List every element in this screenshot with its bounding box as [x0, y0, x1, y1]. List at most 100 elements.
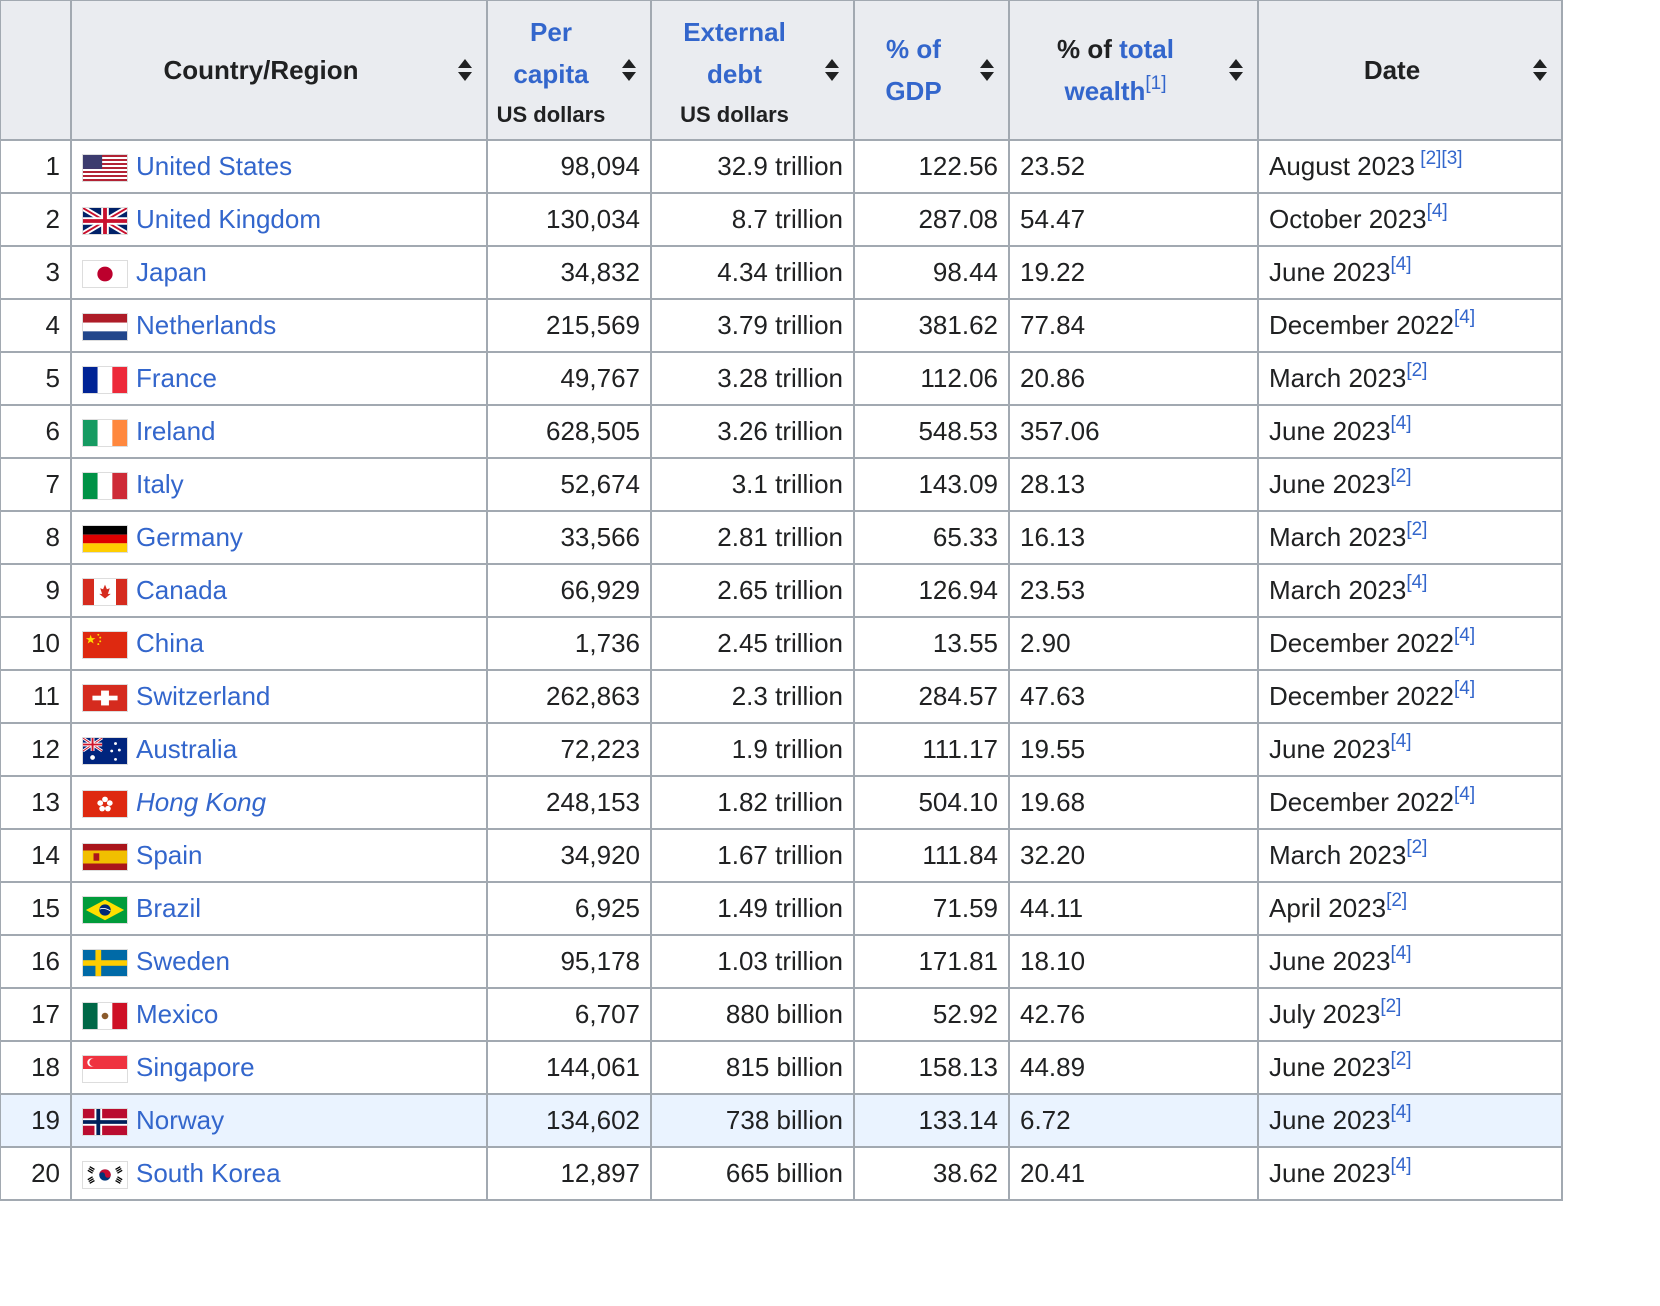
country-cell: South Korea: [70, 1146, 488, 1201]
pct-gdp-link[interactable]: % of GDP: [885, 34, 941, 106]
country-cell: Hong Kong: [70, 775, 488, 830]
per-capita-link[interactable]: Per capita: [513, 17, 588, 89]
sort-icon[interactable]: [1533, 59, 1547, 81]
reference-link[interactable]: [2]: [1406, 837, 1427, 858]
sort-icon[interactable]: [1229, 59, 1243, 81]
per-capita-cell: 95,178: [486, 934, 652, 989]
spain-flag-icon: [82, 843, 128, 872]
rank-cell: 5: [0, 351, 72, 406]
country-link[interactable]: South Korea: [136, 1158, 281, 1188]
per-capita-cell: 248,153: [486, 775, 652, 830]
external-debt-cell: 3.28 trillion: [650, 351, 855, 406]
table-row: 11 Switzerland 262,863 2.3 trillion 284.57 47…: [0, 669, 1563, 724]
country-link[interactable]: Germany: [136, 522, 243, 552]
pct-wealth-prefix: % of: [1056, 34, 1112, 64]
reference-link[interactable]: [4]: [1454, 307, 1475, 328]
country-link[interactable]: United States: [136, 151, 292, 181]
reference-link[interactable]: [4]: [1390, 254, 1411, 275]
pct-gdp-cell: 65.33: [853, 510, 1010, 565]
rank-cell: 8: [0, 510, 72, 565]
per-capita-cell: 98,094: [486, 139, 652, 194]
date-header[interactable]: Date: [1257, 0, 1563, 141]
country-link[interactable]: Netherlands: [136, 310, 276, 340]
country-link[interactable]: Ireland: [136, 416, 216, 446]
reference-link[interactable]: [4]: [1390, 1155, 1411, 1176]
country-header-label: Country/Region: [163, 55, 359, 85]
country-link[interactable]: Sweden: [136, 946, 230, 976]
country-link[interactable]: Italy: [136, 469, 184, 499]
reference-link[interactable]: [2]: [1390, 1049, 1411, 1070]
pct-gdp-header[interactable]: % of GDP: [853, 0, 1010, 141]
rank-cell: 4: [0, 298, 72, 353]
reference-link[interactable]: [4]: [1454, 784, 1475, 805]
pct-gdp-cell: 126.94: [853, 563, 1010, 618]
country-link[interactable]: Japan: [136, 257, 207, 287]
reference-link[interactable]: [2]: [1406, 360, 1427, 381]
date-text: March 2023: [1269, 575, 1407, 605]
pct-wealth-cell: 47.63: [1008, 669, 1259, 724]
pct-gdp-cell: 98.44: [853, 245, 1010, 300]
table-row: 10 China 1,736 2.45 trillion 13.55 2.90 Decemb…: [0, 616, 1563, 671]
date-text: March 2023: [1269, 363, 1407, 393]
per-capita-cell: 6,925: [486, 881, 652, 936]
sort-icon[interactable]: [458, 59, 472, 81]
date-text: June 2023: [1269, 469, 1391, 499]
pct-wealth-cell: 28.13: [1008, 457, 1259, 512]
date-text: June 2023: [1269, 1105, 1391, 1135]
reference-link[interactable]: [4]: [1454, 625, 1475, 646]
sort-icon[interactable]: [980, 59, 994, 81]
external-debt-header[interactable]: External debt US dollars: [650, 0, 855, 141]
reference-link[interactable]: [4]: [1390, 943, 1411, 964]
rank-cell: 9: [0, 563, 72, 618]
reference-link[interactable]: [4]: [1390, 413, 1411, 434]
date-text: March 2023: [1269, 522, 1407, 552]
reference-link[interactable]: [1]: [1145, 73, 1166, 94]
country-header[interactable]: Country/Region: [70, 0, 488, 141]
country-link[interactable]: United Kingdom: [136, 204, 321, 234]
per-capita-cell: 12,897: [486, 1146, 652, 1201]
pct-wealth-header[interactable]: % of total wealth[1]: [1008, 0, 1259, 141]
date-cell: June 2023[2]: [1257, 1040, 1563, 1095]
sort-icon[interactable]: [825, 59, 839, 81]
sort-icon[interactable]: [622, 59, 636, 81]
country-cell: Singapore: [70, 1040, 488, 1095]
reference-link[interactable]: [2]: [1390, 466, 1411, 487]
reference-link[interactable]: [4]: [1454, 678, 1475, 699]
external-debt-cell: 8.7 trillion: [650, 192, 855, 247]
per-capita-cell: 1,736: [486, 616, 652, 671]
country-link[interactable]: Spain: [136, 840, 203, 870]
reference-link[interactable]: [2]: [1406, 519, 1427, 540]
country-link[interactable]: Mexico: [136, 999, 218, 1029]
hong-kong-flag-icon: [82, 790, 128, 819]
country-cell: United States: [70, 139, 488, 194]
country-link[interactable]: Norway: [136, 1105, 224, 1135]
reference-link[interactable]: [2]: [1380, 996, 1401, 1017]
country-link[interactable]: France: [136, 363, 217, 393]
reference-link[interactable]: [4]: [1390, 731, 1411, 752]
country-link[interactable]: Brazil: [136, 893, 201, 923]
external-debt-link[interactable]: External debt: [683, 17, 786, 89]
date-cell: June 2023[2]: [1257, 457, 1563, 512]
country-link[interactable]: Singapore: [136, 1052, 255, 1082]
external-debt-cell: 32.9 trillion: [650, 139, 855, 194]
reference-link[interactable]: [4]: [1406, 572, 1427, 593]
date-cell: October 2023[4]: [1257, 192, 1563, 247]
reference-link[interactable]: [2]: [1386, 890, 1407, 911]
reference-link[interactable]: [4]: [1427, 201, 1448, 222]
date-text: June 2023: [1269, 1052, 1391, 1082]
per-capita-cell: 52,674: [486, 457, 652, 512]
pct-gdp-cell: 112.06: [853, 351, 1010, 406]
country-link[interactable]: Australia: [136, 734, 237, 764]
table-row: 12 Australia 72,223 1.9 trillion 111.17 19.55…: [0, 722, 1563, 777]
external-debt-cell: 1.03 trillion: [650, 934, 855, 989]
reference-link[interactable]: [4]: [1390, 1102, 1411, 1123]
country-link[interactable]: China: [136, 628, 204, 658]
rank-cell: 19: [0, 1093, 72, 1148]
per-capita-header[interactable]: Per capita US dollars: [486, 0, 652, 141]
pct-wealth-cell: 19.22: [1008, 245, 1259, 300]
rank-cell: 3: [0, 245, 72, 300]
country-link[interactable]: Switzerland: [136, 681, 270, 711]
country-link[interactable]: Hong Kong: [136, 787, 266, 817]
reference-link[interactable]: [2][3]: [1415, 148, 1462, 169]
country-link[interactable]: Canada: [136, 575, 227, 605]
